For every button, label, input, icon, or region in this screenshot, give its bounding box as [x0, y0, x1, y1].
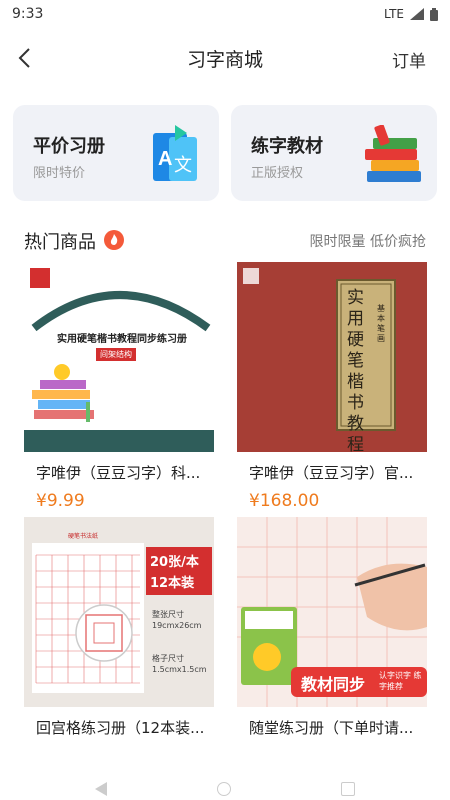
product-image: 教材同步 认字识字 练字推荐 [237, 517, 427, 707]
product-card[interactable]: 硬笔书法纸 20张/本 12本装 整张尺寸 19cmx26cm 格子尺寸 1.5… [24, 517, 214, 746]
product-cover-title: 实用硬笔楷书教程 [347, 288, 364, 452]
cover-size-label: 格子尺寸 [152, 654, 184, 663]
translate-book-icon: A 文 [143, 125, 205, 185]
signal-icon [410, 8, 424, 20]
product-cover-title: 实用硬笔楷书教程同步练习册 [57, 334, 187, 345]
category-subtitle: 限时特价 [33, 166, 86, 181]
fire-icon [104, 230, 124, 250]
cover-size-value: 1.5cmx1.5cm [152, 665, 207, 674]
back-nav-icon[interactable] [95, 782, 107, 796]
product-name: 回宫格练习册（12本装... [36, 719, 205, 737]
category-title: 平价习册 [33, 136, 105, 157]
recents-nav-icon[interactable] [341, 782, 355, 796]
category-subtitle: 正版授权 [251, 166, 304, 181]
category-card-textbooks[interactable]: 练字教材 正版授权 [231, 105, 437, 201]
cover-size-label: 整张尺寸 [152, 610, 184, 619]
status-time: 9:33 [12, 6, 44, 22]
product-card[interactable]: 教材同步 认字识字 练字推荐 随堂练习册（下单时请... [237, 517, 427, 746]
cover-banner: 教材同步 [301, 675, 366, 694]
page-title: 习字商城 [186, 48, 263, 71]
product-name: 字唯伊（豆豆习字）官... [249, 464, 414, 482]
back-arrow-icon[interactable] [14, 46, 38, 70]
category-title: 练字教材 [251, 136, 323, 157]
section-tagline[interactable]: 限时限量 低价疯抢 [310, 231, 426, 251]
product-price: ¥168.00 [249, 491, 320, 511]
status-bar: 9:33 LTE [0, 0, 450, 28]
product-image: 实用硬笔楷书教程同步练习册 间架结构 [24, 262, 214, 452]
product-name: 字唯伊（豆豆习字）科... [36, 464, 201, 482]
section-title: 热门商品 [24, 232, 96, 253]
cover-header: 硬笔书法纸 [68, 533, 99, 540]
product-name: 随堂练习册（下单时请... [249, 719, 414, 737]
battery-icon [430, 7, 438, 21]
status-icons: LTE [384, 7, 438, 21]
home-nav-icon[interactable] [217, 782, 231, 796]
category-card-affordable[interactable]: 平价习册 限时特价 A 文 [13, 105, 219, 201]
hot-products-header: 热门商品 限时限量 低价疯抢 [0, 222, 450, 256]
book-stack-icon [361, 124, 423, 185]
product-card[interactable]: 实用硬笔楷书教程 基本笔画 字唯伊（豆豆习字）官... ¥168.00 [237, 262, 427, 511]
cover-banner-sub: 认字识字 练字推荐 [379, 671, 422, 691]
svg-text:A: A [158, 148, 172, 170]
cover-badge: 12本装 [150, 576, 195, 591]
product-cover-side: 基本笔画 [377, 304, 385, 343]
product-cover-tag: 间架结构 [96, 348, 136, 361]
cover-size-value: 19cmx26cm [152, 621, 202, 630]
orders-link[interactable]: 订单 [392, 47, 426, 72]
network-label: LTE [384, 7, 404, 21]
svg-text:文: 文 [174, 155, 192, 176]
product-image: 实用硬笔楷书教程 基本笔画 [237, 262, 427, 452]
system-nav-bar [0, 778, 450, 800]
nav-bar: 习字商城 订单 [0, 34, 450, 82]
product-card[interactable]: 实用硬笔楷书教程同步练习册 间架结构 字唯伊（豆豆习字）科... ¥9.99 [24, 262, 214, 511]
product-price: ¥9.99 [36, 491, 85, 511]
cover-badge: 20张/本 [150, 555, 199, 570]
product-image: 硬笔书法纸 20张/本 12本装 整张尺寸 19cmx26cm 格子尺寸 1.5… [24, 517, 214, 707]
